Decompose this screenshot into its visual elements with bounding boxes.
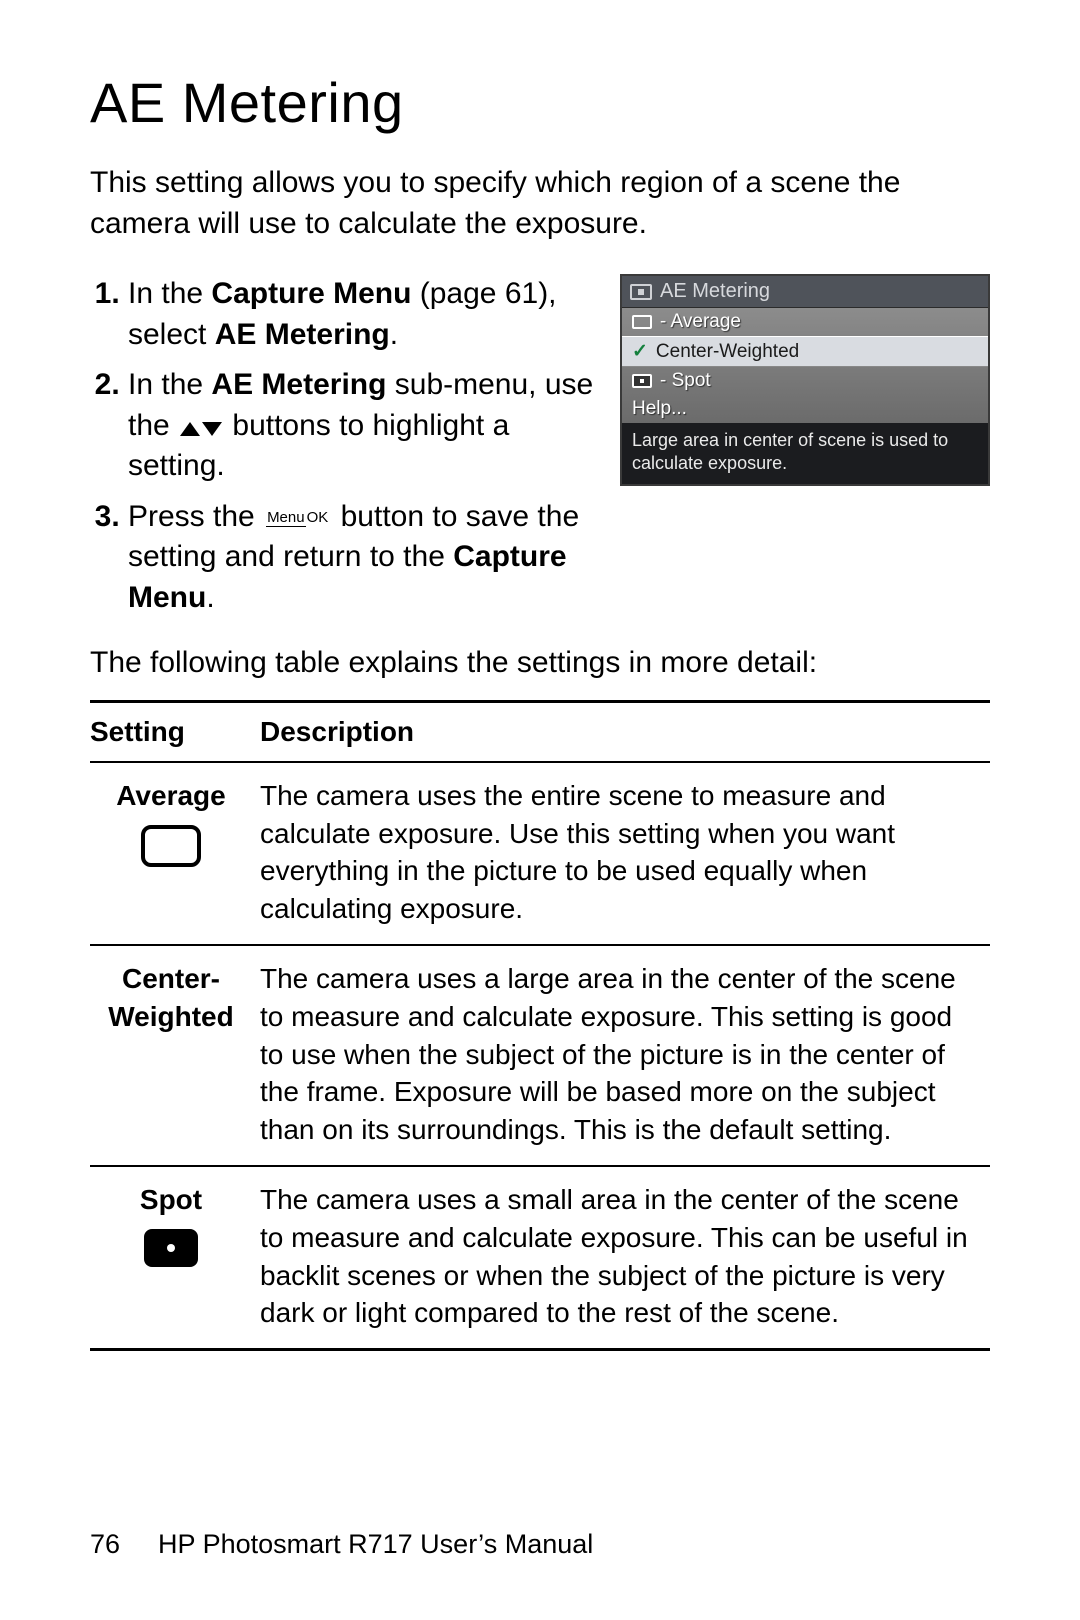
- cam-item-average: - Average: [622, 308, 988, 336]
- cam-menu-list: - Average ✓ Center-Weighted - Spot Help.…: [622, 308, 988, 423]
- table-row: Average The camera uses the entire scene…: [90, 762, 990, 945]
- book-title: HP Photosmart R717 User’s Manual: [158, 1529, 593, 1560]
- up-down-arrow-icon: [178, 412, 224, 442]
- text: .: [206, 581, 214, 614]
- spot-icon: [632, 374, 652, 388]
- steps-list: In the Capture Menu (page 61), select AE…: [90, 274, 600, 628]
- cam-title: AE Metering: [660, 280, 770, 303]
- setting-name-cell: Average: [90, 762, 260, 945]
- step-1: In the Capture Menu (page 61), select AE…: [128, 274, 600, 355]
- text: In the: [128, 277, 211, 310]
- bold: Capture Menu: [211, 277, 411, 310]
- step-3: Press the MenuOK button to save the sett…: [128, 497, 600, 619]
- page-title: AE Metering: [90, 70, 990, 135]
- average-icon: [141, 825, 201, 867]
- setting-desc: The camera uses a small area in the cent…: [260, 1166, 990, 1350]
- table-row: Center-Weighted The camera uses a large …: [90, 945, 990, 1166]
- spot-icon: [144, 1229, 198, 1267]
- cam-item-help: Help...: [622, 395, 988, 423]
- step-2: In the AE Metering sub-menu, use the but…: [128, 365, 600, 487]
- check-icon: ✓: [632, 340, 648, 363]
- bold: AE Metering: [211, 368, 386, 401]
- text: In the: [128, 368, 211, 401]
- setting-name-cell: Spot: [90, 1166, 260, 1350]
- label: - Average: [660, 311, 741, 333]
- th-description: Description: [260, 702, 990, 762]
- average-icon: [632, 315, 652, 329]
- steps-and-screenshot: In the Capture Menu (page 61), select AE…: [90, 274, 990, 628]
- page-number: 76: [90, 1529, 120, 1560]
- table-row: Spot The camera uses a small area in the…: [90, 1166, 990, 1350]
- cam-item-spot: - Spot: [622, 367, 988, 395]
- cam-menu-header: AE Metering: [622, 276, 988, 308]
- setting-desc: The camera uses a large area in the cent…: [260, 945, 990, 1166]
- setting-desc: The camera uses the entire scene to meas…: [260, 762, 990, 945]
- intro-paragraph: This setting allows you to specify which…: [90, 163, 990, 244]
- label: Center-Weighted: [656, 341, 799, 363]
- camera-screenshot: AE Metering - Average ✓ Center-Weighted …: [620, 274, 990, 486]
- settings-table: Setting Description Average The camera u…: [90, 700, 990, 1351]
- table-lead: The following table explains the setting…: [90, 646, 990, 680]
- cam-item-center-weighted: ✓ Center-Weighted: [622, 336, 988, 367]
- text: Press the: [128, 500, 263, 533]
- setting-name-cell: Center-Weighted: [90, 945, 260, 1166]
- label: Help...: [632, 398, 687, 420]
- metering-icon: [630, 284, 652, 300]
- text: .: [390, 318, 398, 351]
- label: - Spot: [660, 370, 711, 392]
- cam-hint-text: Large area in center of scene is used to…: [622, 423, 988, 484]
- th-setting: Setting: [90, 702, 260, 762]
- page-footer: 76 HP Photosmart R717 User’s Manual: [90, 1529, 593, 1560]
- setting-label: Average: [90, 777, 252, 815]
- setting-label: Center-Weighted: [90, 960, 252, 1036]
- setting-label: Spot: [90, 1181, 252, 1219]
- bold: AE Metering: [215, 318, 390, 351]
- manual-page: AE Metering This setting allows you to s…: [0, 0, 1080, 1620]
- menu-ok-button-icon: MenuOK: [266, 510, 329, 525]
